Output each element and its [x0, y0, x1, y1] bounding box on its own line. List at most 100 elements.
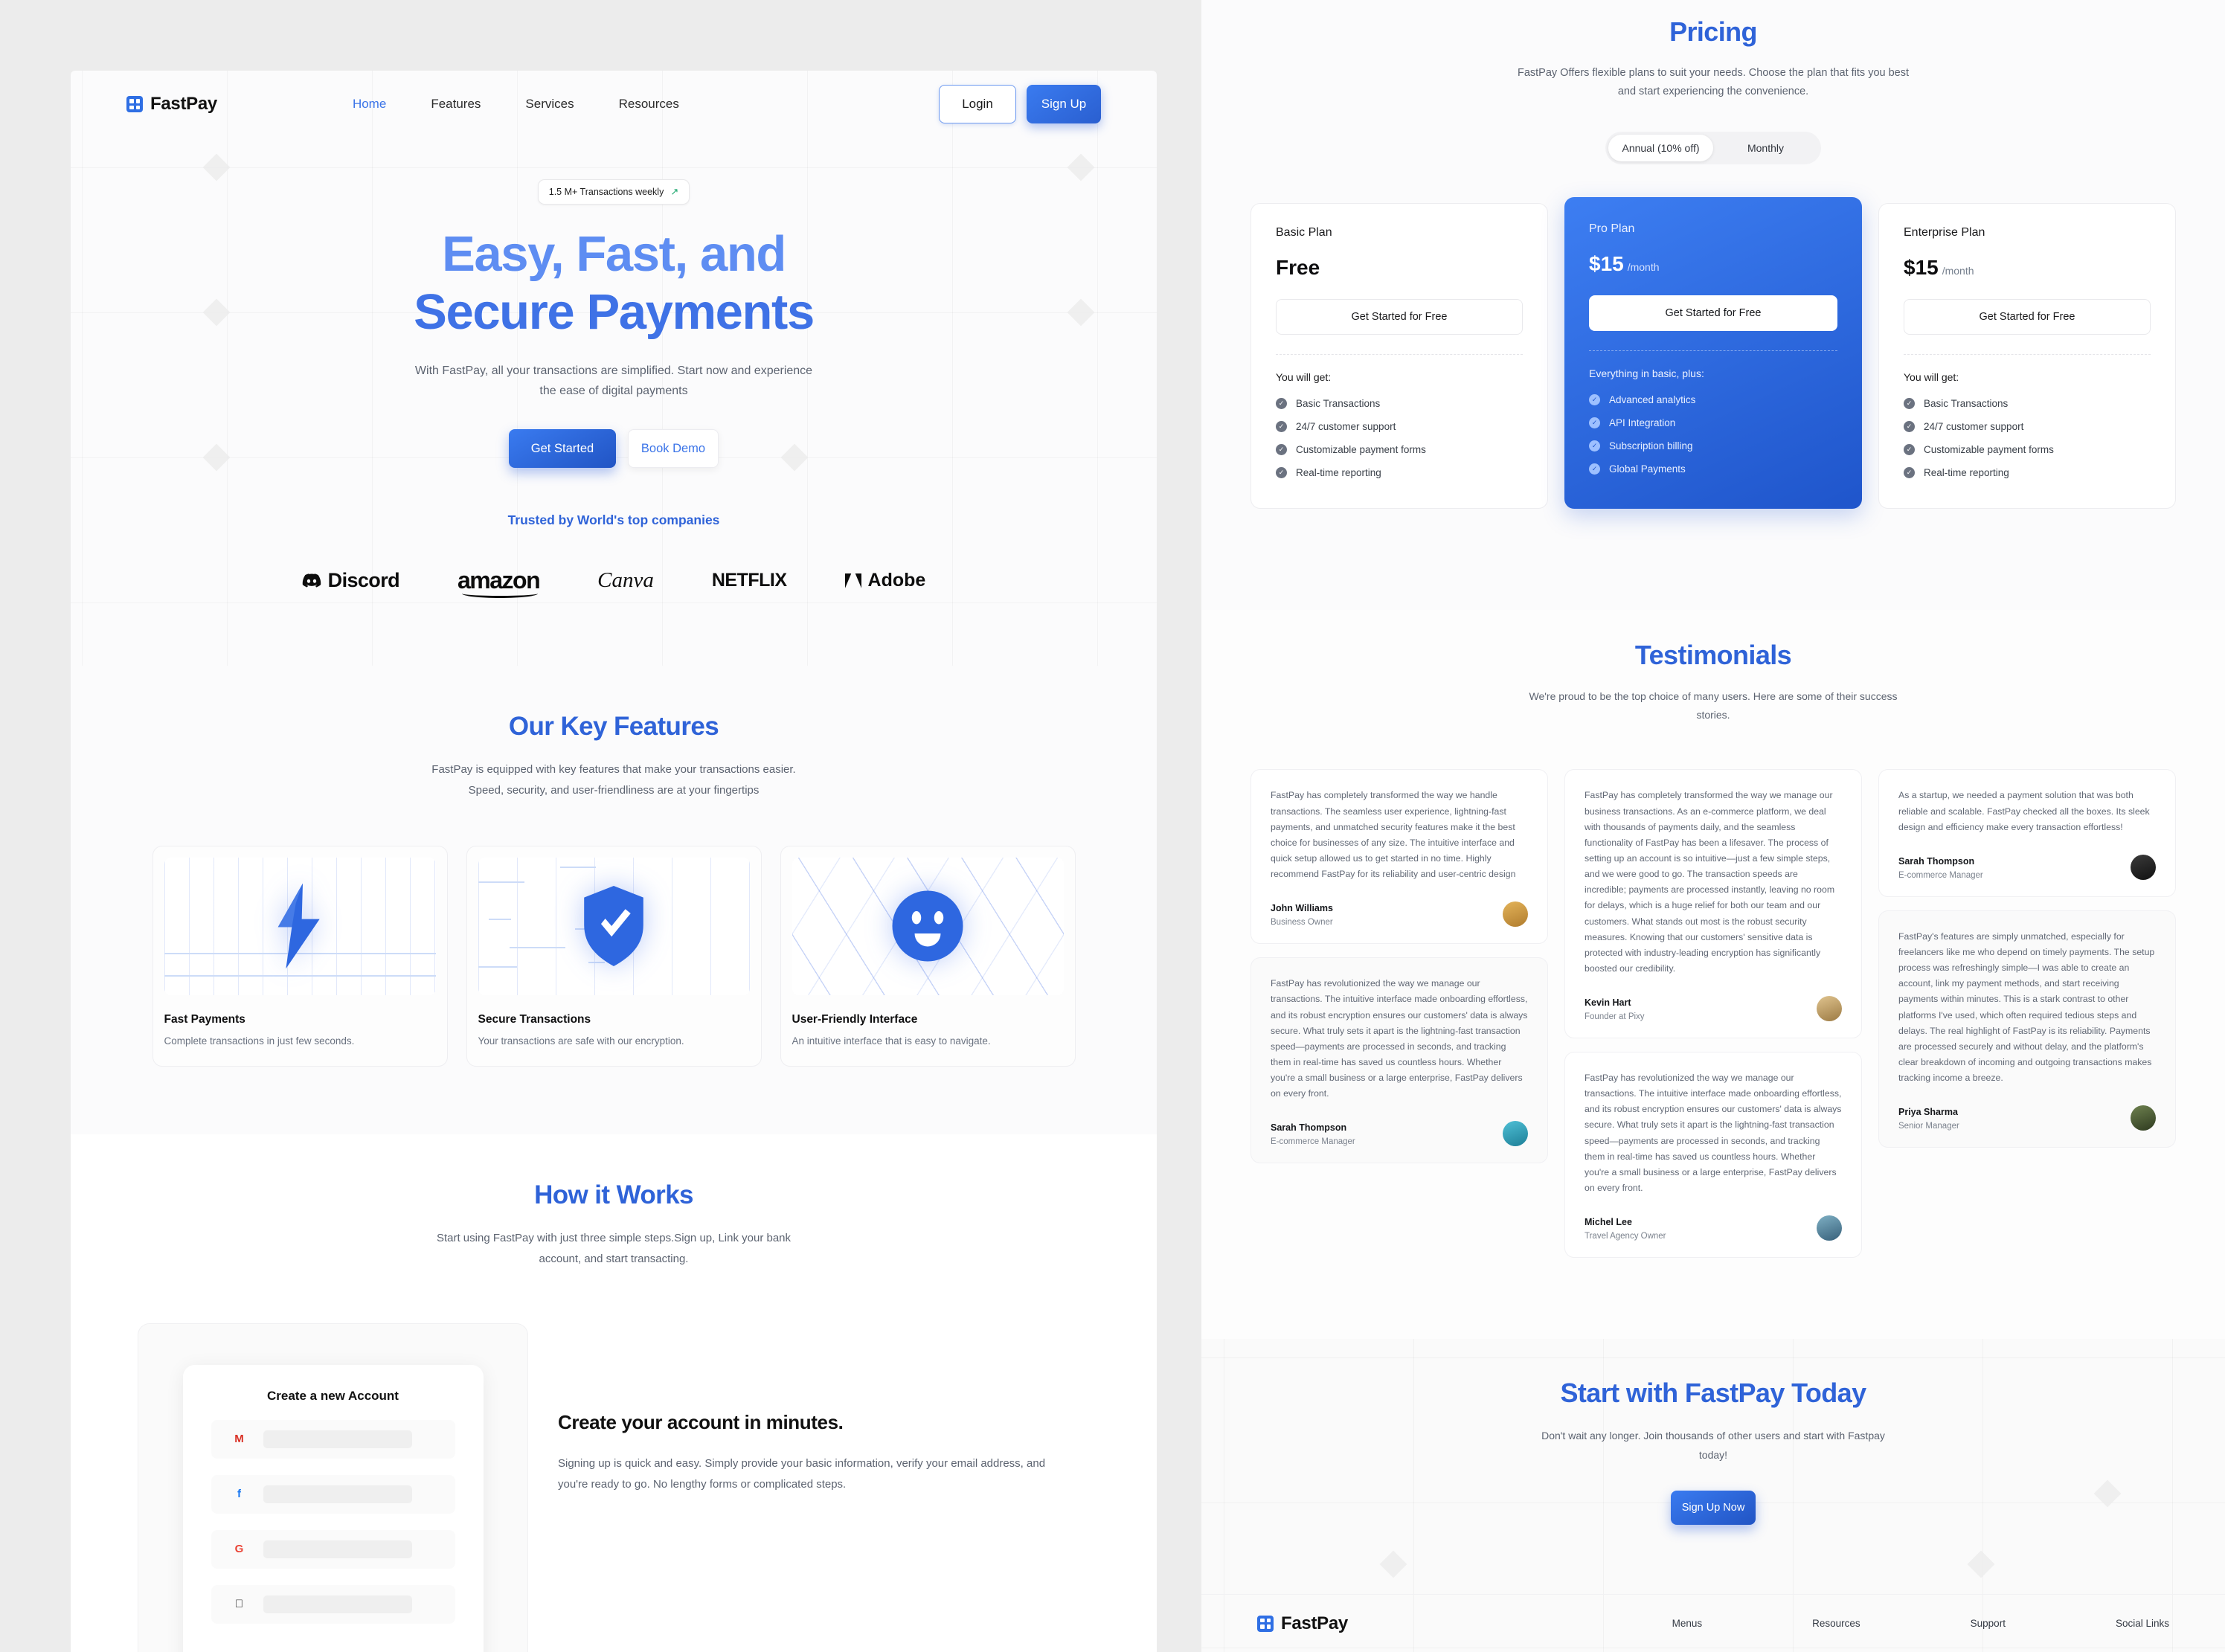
grid-diamond-marker — [1379, 1550, 1407, 1578]
check-circle-icon: ✓ — [1904, 443, 1915, 455]
pricing-card-enterprise[interactable]: Enterprise Plan $15/month Get Started fo… — [1878, 202, 2176, 509]
cta-title: Start with FastPay Today — [1560, 1378, 1866, 1408]
plan-feature-label: Global Payments — [1609, 463, 1686, 475]
sign-up-now-button[interactable]: Sign Up Now — [1671, 1490, 1756, 1525]
nav-link-features[interactable]: Features — [431, 97, 481, 112]
check-circle-icon: ✓ — [1904, 466, 1915, 478]
footer-brand-logo[interactable]: FastPay — [1257, 1613, 1348, 1634]
check-circle-icon: ✓ — [1904, 420, 1915, 432]
plan-feature-label: Real-time reporting — [1296, 466, 1381, 478]
trend-up-arrow-icon: ↗ — [670, 186, 679, 197]
plan-price-period: /month — [1627, 260, 1660, 273]
lightning-bolt-icon — [277, 883, 320, 969]
toggle-option-annual[interactable]: Annual (10% off) — [1608, 134, 1713, 161]
plan-feature-label: 24/7 customer support — [1296, 420, 1396, 432]
adobe-icon — [844, 573, 861, 588]
plan-feature-item: ✓ Customizable payment forms — [1276, 443, 1523, 455]
avatar — [1503, 1121, 1528, 1147]
testimonial-footer: John Williams Business Owner — [1271, 901, 1528, 928]
pricing-section: Pricing FastPay Offers flexible plans to… — [1201, 0, 2225, 610]
testimonial-columns: FastPay has completely transformed the w… — [1201, 769, 2225, 1259]
pricing-card-basic[interactable]: Basic Plan Free Get Started for Free You… — [1250, 202, 1548, 509]
feature-card-secure-transactions[interactable]: Secure Transactions Your transactions ar… — [466, 845, 762, 1067]
get-started-button[interactable]: Get Started — [509, 429, 616, 469]
testimonial-author-role: Business Owner — [1271, 918, 1333, 928]
feature-card-user-friendly[interactable]: User-Friendly Interface An intuitive int… — [780, 845, 1076, 1067]
testimonial-author-role: Travel Agency Owner — [1585, 1232, 1666, 1241]
pricing-subtitle: FastPay Offers flexible plans to suit yo… — [1517, 67, 1910, 98]
plan-cta-button[interactable]: Get Started for Free — [1904, 298, 2151, 335]
testimonials-section: Testimonials We're proud to be the top c… — [1201, 610, 2225, 1339]
toggle-option-monthly[interactable]: Monthly — [1713, 135, 1818, 161]
feature-card-list: Fast Payments Complete transactions in j… — [71, 845, 1157, 1067]
testimonial-quote: FastPay's features are simply unmatched,… — [1898, 931, 2155, 1084]
plan-divider — [1276, 353, 1523, 355]
plan-feature-label: Customizable payment forms — [1924, 443, 2054, 455]
features-subtitle: FastPay is equipped with key features th… — [431, 763, 796, 797]
cta-subtitle: Don't wait any longer. Join thousands of… — [1541, 1430, 1885, 1461]
feature-card-fast-payments[interactable]: Fast Payments Complete transactions in j… — [152, 845, 448, 1067]
plan-feature-item: ✓ Global Payments — [1589, 463, 1837, 475]
nav-link-home[interactable]: Home — [353, 97, 386, 112]
testimonial-card: FastPay has completely transformed the w… — [1250, 769, 1548, 945]
testimonial-author-role: Senior Manager — [1898, 1122, 1959, 1131]
signup-mockup-frame: Create a new Account M f G — [138, 1322, 528, 1652]
testimonial-quote: As a startup, we needed a payment soluti… — [1898, 790, 2150, 832]
signup-button[interactable]: Sign Up — [1027, 85, 1101, 123]
testimonial-column: As a startup, we needed a payment soluti… — [1878, 769, 2176, 1148]
plan-price-amount: $15 — [1904, 255, 1939, 279]
how-it-works-paragraph: Signing up is quick and easy. Simply pro… — [558, 1456, 1046, 1491]
nav-link-resources[interactable]: Resources — [619, 97, 679, 112]
bottom-cta-section: Start with FastPay Today Don't wait any … — [1201, 1339, 2225, 1652]
feature-desc: Your transactions are safe with our encr… — [478, 1035, 684, 1047]
how-it-works-body: Create a new Account M f G Create your a… — [71, 1322, 1157, 1652]
plan-divider — [1904, 353, 2151, 355]
feature-desc: An intuitive interface that is easy to n… — [792, 1035, 991, 1047]
testimonial-author-name: Kevin Hart — [1585, 997, 1631, 1009]
provider-row-apple[interactable]:  — [211, 1584, 455, 1624]
login-button[interactable]: Login — [939, 85, 1016, 123]
feature-title: Fast Payments — [164, 1012, 245, 1026]
left-preview-panel: FastPay Home Features Services Resources… — [71, 71, 1157, 1652]
plan-feature-label: Real-time reporting — [1924, 466, 2009, 478]
footer-column-resources[interactable]: Resources — [1812, 1618, 1860, 1629]
testimonial-author-name: John Williams — [1271, 903, 1333, 914]
provider-row-google[interactable]: G — [211, 1529, 455, 1569]
how-it-works-subtitle: Start using FastPay with just three simp… — [436, 1232, 792, 1265]
plan-feature-label: Advanced analytics — [1609, 393, 1696, 405]
plan-feature-label: Basic Transactions — [1296, 397, 1381, 409]
plan-price-amount: $15 — [1589, 251, 1624, 275]
footer-brand-name: FastPay — [1281, 1613, 1348, 1633]
brand-logo[interactable]: FastPay — [126, 94, 217, 115]
check-circle-icon: ✓ — [1276, 420, 1287, 432]
testimonials-title: Testimonials — [1634, 640, 1792, 670]
feature-art-secure — [478, 857, 750, 995]
check-circle-icon: ✓ — [1276, 466, 1287, 478]
provider-row-mail[interactable]: M — [211, 1419, 455, 1459]
provider-row-facebook[interactable]: f — [211, 1474, 455, 1514]
footer-column-social[interactable]: Social Links — [2116, 1618, 2169, 1629]
discord-icon — [302, 573, 321, 588]
plan-cta-button[interactable]: Get Started for Free — [1276, 298, 1523, 335]
create-account-title: Create a new Account — [267, 1388, 399, 1403]
company-logos: Discord amazon Canva NETFLIX Adobe — [71, 567, 1157, 599]
book-demo-button[interactable]: Book Demo — [628, 429, 719, 469]
nav-link-services[interactable]: Services — [525, 97, 574, 112]
signup-phone-mockup: Create a new Account M f G — [182, 1364, 484, 1652]
testimonial-footer: Kevin Hart Founder at Pixy — [1585, 996, 1842, 1022]
features-title: Our Key Features — [508, 712, 719, 741]
billing-period-toggle[interactable]: Annual (10% off) Monthly — [1605, 131, 1821, 164]
footer-column-menus[interactable]: Menus — [1672, 1618, 1703, 1629]
pricing-card-pro[interactable]: Pro Plan $15/month Get Started for Free … — [1564, 196, 1862, 509]
plan-cta-button[interactable]: Get Started for Free — [1589, 295, 1837, 331]
canva-logo: Canva — [597, 568, 654, 593]
adobe-label: Adobe — [867, 570, 926, 591]
plan-feature-item: ✓ Subscription billing — [1589, 440, 1837, 451]
plan-feature-item: ✓ 24/7 customer support — [1276, 420, 1523, 432]
testimonial-footer: Sarah Thompson E-commerce Manager — [1271, 1121, 1528, 1147]
avatar — [1503, 901, 1528, 928]
trusted-companies-label: Trusted by World's top companies — [507, 512, 720, 528]
footer-column-support[interactable]: Support — [1971, 1618, 2006, 1629]
avatar — [1817, 1215, 1842, 1241]
plan-feature-item: ✓ Real-time reporting — [1904, 466, 2151, 478]
